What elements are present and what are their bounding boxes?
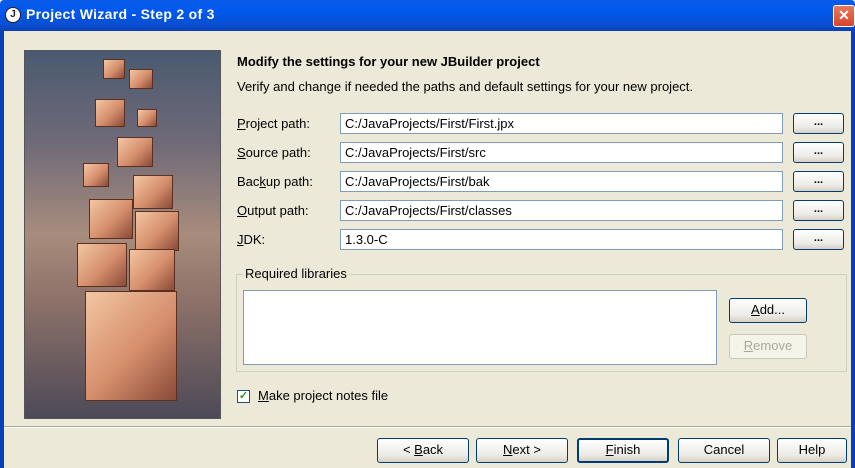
cube-graphic <box>137 109 157 127</box>
cube-graphic <box>77 243 127 287</box>
window-title: Project Wizard - Step 2 of 3 <box>26 6 215 22</box>
cube-graphic <box>135 211 179 251</box>
project-path-browse-button[interactable]: ... <box>793 113 844 134</box>
page-heading: Modify the settings for your new JBuilde… <box>237 54 540 69</box>
project-notes-checkbox[interactable]: ✓ <box>237 390 250 403</box>
required-libraries-list[interactable] <box>243 290 717 365</box>
add-library-button[interactable]: Add... <box>729 298 807 323</box>
window-frame-right <box>851 31 855 468</box>
source-path-browse-button[interactable]: ... <box>793 142 844 163</box>
next-button[interactable]: Next > <box>476 438 568 463</box>
source-path-label: Source path: <box>237 145 311 160</box>
cube-graphic <box>133 175 173 209</box>
window-frame-left <box>0 31 4 468</box>
cube-graphic <box>95 99 125 127</box>
required-libraries-label: Required libraries <box>243 266 349 281</box>
backup-path-label: Backup path: <box>237 174 313 189</box>
project-path-field[interactable]: C:/JavaProjects/First/First.jpx <box>340 113 783 134</box>
backup-path-browse-button[interactable]: ... <box>793 171 844 192</box>
backup-path-field[interactable]: C:/JavaProjects/First/bak <box>340 171 783 192</box>
cube-graphic <box>129 69 153 89</box>
jdk-label: JDK: <box>237 232 266 247</box>
remove-library-button[interactable]: Remove <box>729 334 807 359</box>
title-bar: J Project Wizard - Step 2 of 3 ✕ <box>0 0 855 31</box>
output-path-browse-button[interactable]: ... <box>793 200 844 221</box>
source-path-field[interactable]: C:/JavaProjects/First/src <box>340 142 783 163</box>
output-path-field[interactable]: C:/JavaProjects/First/classes <box>340 200 783 221</box>
cube-graphic <box>89 199 133 239</box>
jdk-browse-button[interactable]: ... <box>793 229 844 250</box>
close-button[interactable]: ✕ <box>833 5 855 27</box>
project-notes-label[interactable]: Make project notes file <box>258 388 388 403</box>
app-icon: J <box>5 7 21 23</box>
footer-separator <box>4 426 851 428</box>
cube-graphic <box>129 249 175 291</box>
back-button[interactable]: < Back <box>377 438 469 463</box>
cube-graphic <box>103 59 125 79</box>
project-path-label: Project path: <box>237 116 310 131</box>
output-path-label: Output path: <box>237 203 309 218</box>
jdk-field[interactable]: 1.3.0-C <box>340 229 783 250</box>
finish-button[interactable]: Finish <box>577 438 669 463</box>
cube-graphic <box>83 163 109 187</box>
page-subheading: Verify and change if needed the paths an… <box>237 79 694 94</box>
cube-graphic <box>117 137 153 167</box>
cancel-button[interactable]: Cancel <box>678 438 770 463</box>
help-button[interactable]: Help <box>777 438 847 463</box>
cube-graphic <box>85 291 177 401</box>
wizard-hero-image <box>24 50 221 419</box>
